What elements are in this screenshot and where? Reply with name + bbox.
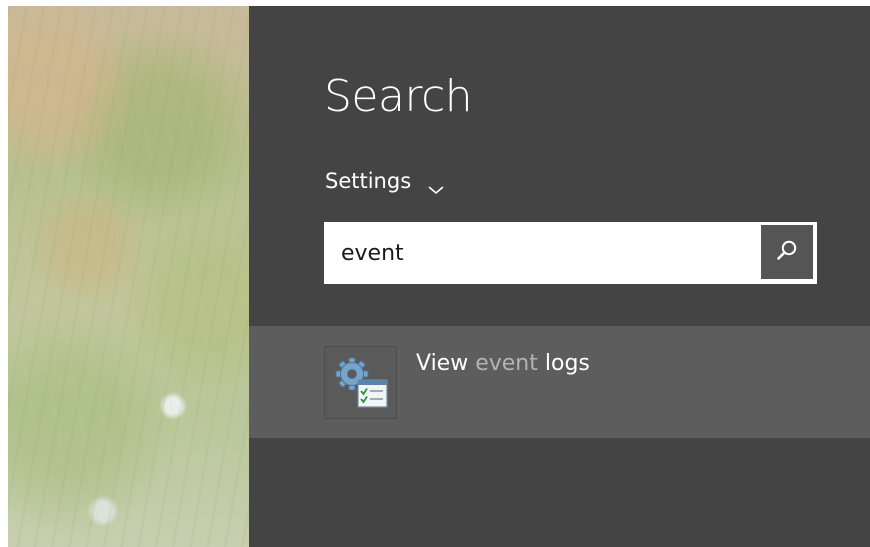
search-icon	[775, 238, 799, 266]
result-label: View event logs	[416, 348, 590, 380]
search-button[interactable]	[761, 225, 813, 279]
desktop-wallpaper	[8, 6, 249, 547]
search-pane: Search Settings event View event logs	[249, 6, 870, 547]
pane-title: Search	[324, 71, 473, 122]
search-scope-label: Settings	[325, 169, 412, 193]
search-input[interactable]	[324, 222, 754, 284]
chevron-down-icon	[427, 176, 445, 195]
result-label-suffix: logs	[537, 351, 590, 376]
result-label-prefix: View	[416, 351, 476, 376]
search-scope-dropdown[interactable]: Settings	[325, 166, 445, 196]
result-label-match: event	[475, 351, 538, 376]
screen: Search Settings event View event logs	[8, 6, 870, 547]
result-icon-tile	[324, 346, 397, 419]
search-box	[324, 222, 817, 284]
search-result-item[interactable]: View event logs	[249, 326, 870, 438]
